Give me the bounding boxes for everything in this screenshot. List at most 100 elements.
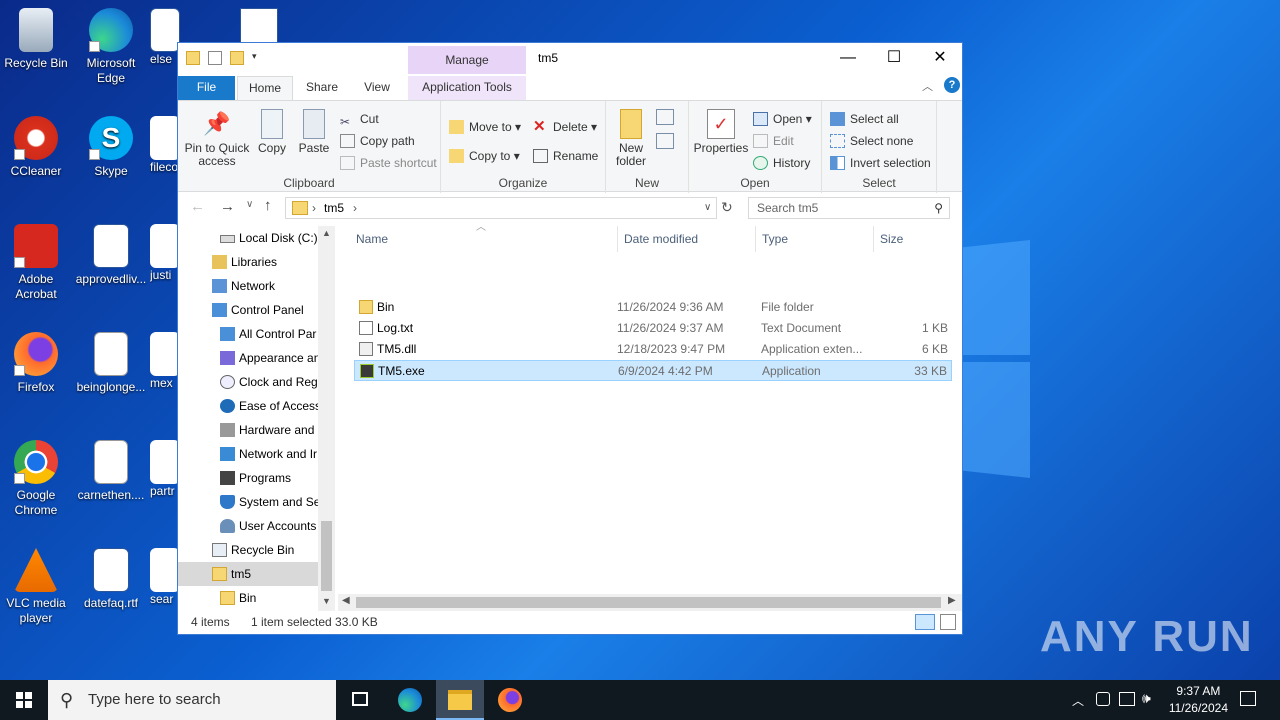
- properties-button[interactable]: ✓ Properties: [693, 109, 749, 155]
- nav-item-ease-of-access[interactable]: Ease of Access: [220, 394, 321, 418]
- column-header-name[interactable]: Name: [356, 226, 388, 252]
- desktop-icon-file[interactable]: fileco: [150, 116, 180, 175]
- nav-item-libraries[interactable]: Libraries: [212, 250, 277, 274]
- nav-scrollbar[interactable]: ▲ ▼: [318, 226, 335, 611]
- file-row[interactable]: Bin 11/26/2024 9:36 AM File folder: [354, 297, 952, 318]
- properties-icon[interactable]: [208, 51, 222, 65]
- new-item-icon[interactable]: [656, 109, 674, 125]
- nav-item-clock-region[interactable]: Clock and Regi: [220, 370, 320, 394]
- nav-item-network[interactable]: Network: [212, 274, 275, 298]
- select-none-button[interactable]: Select none: [830, 131, 913, 151]
- desktop-icon-firefox[interactable]: Firefox: [0, 332, 72, 395]
- taskbar-clock[interactable]: 9:37 AM 11/26/2024: [1169, 683, 1228, 717]
- desktop-icon-word-doc[interactable]: else: [150, 8, 180, 67]
- history-button[interactable]: History: [753, 153, 810, 173]
- volume-icon[interactable]: 🕪: [1142, 690, 1151, 707]
- desktop-icon-edge[interactable]: Microsoft Edge: [75, 8, 147, 86]
- recent-locations-chevron-icon[interactable]: ∨: [246, 199, 253, 210]
- desktop-icon-partr[interactable]: partr: [150, 440, 180, 499]
- desktop-icon-beinglonge[interactable]: beinglonge...: [75, 332, 147, 395]
- close-button[interactable]: ✕: [917, 43, 963, 73]
- desktop-icon-carnethen[interactable]: carnethen....: [75, 440, 147, 503]
- address-dropdown-icon[interactable]: ∨: [704, 202, 711, 213]
- taskbar-firefox[interactable]: [486, 680, 534, 720]
- desktop-icon-ccleaner[interactable]: CCleaner: [0, 116, 72, 179]
- paste-shortcut-button[interactable]: Paste shortcut: [340, 153, 437, 173]
- folder-icon[interactable]: [186, 51, 200, 65]
- copy-button[interactable]: Copy: [254, 109, 290, 155]
- desktop-icon-vlc[interactable]: VLC media player: [0, 548, 72, 626]
- easy-access-icon[interactable]: [656, 133, 674, 149]
- move-to-button[interactable]: Move to ▾: [449, 117, 521, 137]
- desktop-icon-mex[interactable]: mex: [150, 332, 180, 391]
- open-button[interactable]: Open ▾: [753, 109, 812, 129]
- scroll-up-icon[interactable]: ▲: [322, 228, 331, 238]
- edit-button[interactable]: Edit: [753, 131, 794, 151]
- desktop-icon-approvedliv[interactable]: approvedliv...: [75, 224, 147, 287]
- nav-item-recycle-bin[interactable]: Recycle Bin: [212, 538, 294, 562]
- title-bar[interactable]: ▾ Manage tm5 — ☐ ✕: [178, 43, 962, 74]
- taskbar-file-explorer[interactable]: [436, 680, 484, 720]
- paste-button[interactable]: Paste: [295, 109, 333, 155]
- column-header-size[interactable]: Size: [873, 226, 953, 252]
- desktop-icon-datefaq[interactable]: datefaq.rtf: [75, 548, 147, 611]
- nav-item-appearance[interactable]: Appearance an: [220, 346, 320, 370]
- taskbar-edge[interactable]: [386, 680, 434, 720]
- tab-home[interactable]: Home: [237, 76, 293, 100]
- large-icons-view-icon[interactable]: [940, 614, 956, 630]
- nav-item-network-internet[interactable]: Network and Ir: [220, 442, 317, 466]
- scroll-down-icon[interactable]: ▼: [322, 596, 331, 606]
- address-bar[interactable]: › tm5 › ∨: [285, 197, 717, 219]
- tab-file[interactable]: File: [178, 76, 235, 100]
- file-row-selected[interactable]: TM5.exe 6/9/2024 4:42 PM Application 33 …: [354, 360, 952, 381]
- back-arrow-icon[interactable]: ←: [190, 198, 205, 215]
- nav-item-system-security[interactable]: System and Se: [220, 490, 320, 514]
- collapse-ribbon-icon[interactable]: ︿: [922, 78, 933, 94]
- nav-item-tm5[interactable]: tm5: [178, 562, 318, 586]
- tab-view[interactable]: View: [353, 76, 401, 100]
- nav-item-hardware[interactable]: Hardware and: [220, 418, 314, 442]
- nav-item-programs[interactable]: Programs: [220, 466, 291, 490]
- horizontal-scrollbar-thumb[interactable]: [356, 597, 941, 608]
- desktop-icon-adobe-acrobat[interactable]: Adobe Acrobat: [0, 224, 72, 302]
- new-folder-button[interactable]: New folder: [610, 109, 652, 168]
- up-arrow-icon[interactable]: ↑: [264, 197, 272, 214]
- tab-share[interactable]: Share: [298, 76, 346, 100]
- show-hidden-icons-icon[interactable]: ︿: [1072, 692, 1084, 709]
- maximize-button[interactable]: ☐: [871, 43, 917, 73]
- security-tray-icon[interactable]: [1096, 692, 1110, 706]
- nav-item-all-control-panel[interactable]: All Control Par: [220, 322, 316, 346]
- nav-item-control-panel[interactable]: Control Panel: [212, 298, 304, 322]
- desktop-icon-sear[interactable]: sear: [150, 548, 180, 607]
- forward-arrow-icon[interactable]: →: [220, 198, 235, 215]
- qat-dropdown-icon[interactable]: ▾: [252, 51, 260, 65]
- invert-selection-button[interactable]: Invert selection: [830, 153, 931, 173]
- taskbar-search-input[interactable]: ⚲ Type here to search: [48, 680, 336, 720]
- column-header-date[interactable]: Date modified: [617, 226, 698, 252]
- desktop-icon-skype[interactable]: S Skype: [75, 116, 147, 179]
- delete-button[interactable]: ✕ Delete ▾: [533, 117, 597, 137]
- refresh-icon[interactable]: ↻: [721, 199, 733, 216]
- scroll-right-icon[interactable]: ▶: [948, 595, 956, 606]
- cut-button[interactable]: ✂ Cut: [340, 109, 379, 129]
- file-row[interactable]: Log.txt 11/26/2024 9:37 AM Text Document…: [354, 318, 952, 339]
- copy-to-button[interactable]: Copy to ▾: [449, 146, 520, 166]
- notifications-icon[interactable]: [1240, 691, 1256, 706]
- pin-to-quick-access-button[interactable]: 📌 Pin to Quick access: [184, 109, 250, 168]
- minimize-button[interactable]: —: [825, 43, 871, 73]
- nav-item-bin[interactable]: Bin: [220, 586, 256, 609]
- desktop-icon-google-chrome[interactable]: Google Chrome: [0, 440, 72, 518]
- network-tray-icon[interactable]: [1119, 692, 1135, 706]
- select-all-button[interactable]: Select all: [830, 109, 899, 129]
- new-folder-icon[interactable]: [230, 51, 244, 65]
- nav-item-user-accounts[interactable]: User Accounts: [220, 514, 316, 538]
- desktop-icon-justi[interactable]: justi: [150, 224, 180, 283]
- copy-path-button[interactable]: Copy path: [340, 131, 415, 151]
- tab-application-tools[interactable]: Application Tools: [408, 76, 526, 100]
- help-icon[interactable]: ?: [944, 77, 960, 93]
- desktop-icon-recycle-bin[interactable]: Recycle Bin: [0, 8, 72, 71]
- breadcrumb-chevron-icon[interactable]: ›: [353, 201, 357, 215]
- task-view-button[interactable]: [336, 680, 384, 720]
- word-doc-icon[interactable]: [240, 8, 278, 44]
- breadcrumb-tm5[interactable]: tm5: [324, 201, 344, 215]
